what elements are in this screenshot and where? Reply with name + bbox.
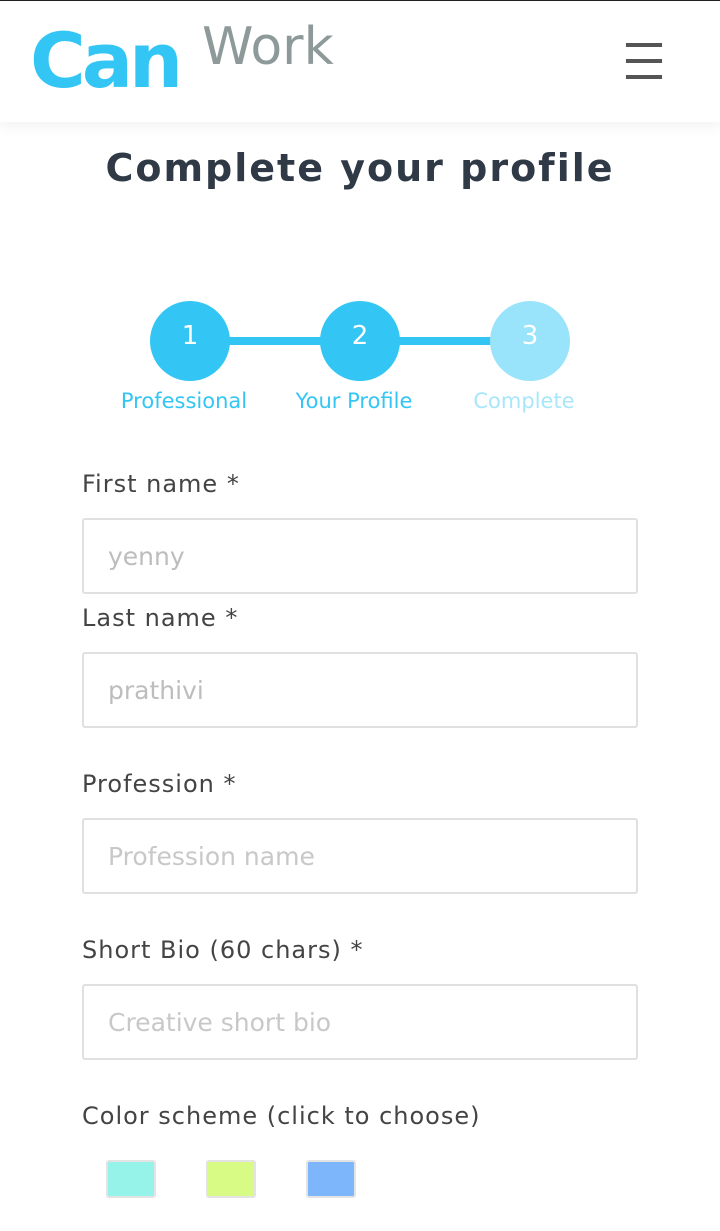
color-swatch-aqua[interactable] xyxy=(106,1160,156,1198)
page-title: Complete your profile xyxy=(105,146,615,190)
profession-label: Profession * xyxy=(82,770,237,798)
menu-bar xyxy=(626,59,662,63)
step-3-label: Complete xyxy=(473,389,575,413)
progress-stepper: 1 2 3 Professional Your Profile Complete xyxy=(0,301,720,421)
short-bio-input[interactable] xyxy=(82,984,638,1060)
color-swatch-blue[interactable] xyxy=(306,1160,356,1198)
step-3-circle: 3 xyxy=(490,301,570,381)
logo-can-text: Can xyxy=(30,16,183,105)
step-2-circle: 2 xyxy=(320,301,400,381)
first-name-label: First name * xyxy=(82,470,240,498)
profession-input[interactable] xyxy=(82,818,638,894)
step-connector xyxy=(226,337,324,345)
first-name-input[interactable] xyxy=(82,518,638,594)
color-swatch-lime[interactable] xyxy=(206,1160,256,1198)
menu-bar xyxy=(626,43,662,47)
logo-work-text: Work xyxy=(202,17,334,77)
step-1-circle: 1 xyxy=(150,301,230,381)
last-name-label: Last name * xyxy=(82,604,239,632)
short-bio-label: Short Bio (60 chars) * xyxy=(82,936,364,964)
last-name-input[interactable] xyxy=(82,652,638,728)
color-scheme-label: Color scheme (click to choose) xyxy=(82,1102,481,1130)
step-connector xyxy=(396,337,494,345)
app-header: Can Work xyxy=(0,1,720,122)
hamburger-menu-icon[interactable] xyxy=(622,41,666,81)
menu-bar xyxy=(626,75,662,79)
